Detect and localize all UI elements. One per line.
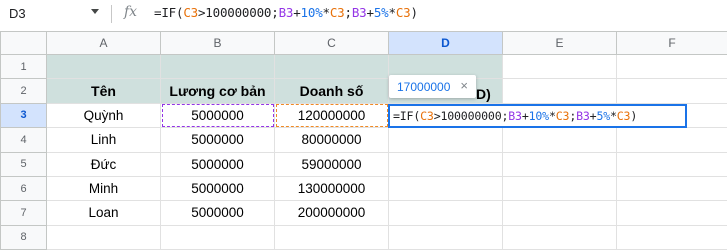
cell-e5[interactable] — [502, 151, 617, 177]
cell-a5[interactable]: Đức — [46, 151, 161, 177]
column-header-d[interactable]: D — [388, 31, 503, 55]
cell-f5[interactable] — [616, 151, 727, 177]
cell-d7[interactable] — [388, 200, 503, 226]
cell-e6[interactable] — [502, 175, 617, 202]
formula-result-preview: 17000000 × — [389, 75, 476, 98]
cell-d8[interactable] — [388, 224, 503, 250]
column-header-c[interactable]: C — [274, 31, 389, 55]
cell-b3[interactable]: 5000000 — [160, 102, 275, 129]
divider — [111, 5, 112, 23]
cell-c2[interactable]: Doanh số — [274, 78, 389, 104]
cell-d5[interactable] — [388, 151, 503, 177]
cell-f6[interactable] — [616, 175, 727, 202]
formula-input[interactable]: =IF(C3>100000000;B3+10%*C3;B3+5%*C3) — [154, 5, 418, 20]
column-header-a[interactable]: A — [46, 31, 161, 55]
cell-c8[interactable] — [274, 224, 389, 250]
cell-f4[interactable] — [616, 127, 727, 153]
cell-a7[interactable]: Loan — [46, 200, 161, 226]
row-header-7[interactable]: 7 — [0, 200, 47, 226]
cell-f2[interactable] — [616, 78, 727, 104]
row-header-6[interactable]: 6 — [0, 175, 47, 202]
cell-e2[interactable] — [502, 78, 617, 104]
cell-c6[interactable]: 130000000 — [274, 175, 389, 202]
cell-b1[interactable] — [160, 53, 275, 80]
spreadsheet-grid: A B C D E F 1 2 Tên Lương cơ bản Doanh s… — [0, 31, 727, 250]
column-header-b[interactable]: B — [160, 31, 275, 55]
cell-editor[interactable]: =IF(C3>100000000;B3+10%*C3;B3+5%*C3) — [388, 104, 687, 128]
column-header-e[interactable]: E — [502, 31, 617, 55]
cell-f1[interactable] — [616, 53, 727, 80]
select-all-corner[interactable] — [0, 31, 47, 55]
cell-f8[interactable] — [616, 224, 727, 250]
cell-b8[interactable] — [160, 224, 275, 250]
row-header-5[interactable]: 5 — [0, 151, 47, 177]
row-header-1[interactable]: 1 — [0, 53, 47, 80]
cell-d4[interactable] — [388, 127, 503, 153]
close-preview-icon[interactable]: × — [460, 78, 468, 93]
cell-e8[interactable] — [502, 224, 617, 250]
row-header-3[interactable]: 3 — [0, 102, 47, 129]
cell-a8[interactable] — [46, 224, 161, 250]
row-header-4[interactable]: 4 — [0, 127, 47, 153]
cell-b6[interactable]: 5000000 — [160, 175, 275, 202]
cell-c5[interactable]: 59000000 — [274, 151, 389, 177]
name-box[interactable]: D3 — [9, 6, 26, 21]
cell-c4[interactable]: 80000000 — [274, 127, 389, 153]
cell-a4[interactable]: Linh — [46, 127, 161, 153]
row-header-8[interactable]: 8 — [0, 224, 47, 250]
cell-c3[interactable]: 120000000 — [274, 102, 389, 129]
cell-a2[interactable]: Tên — [46, 78, 161, 104]
cell-a3[interactable]: Quỳnh — [46, 102, 161, 129]
cell-f7[interactable] — [616, 200, 727, 226]
preview-value: 17000000 — [397, 80, 451, 94]
cell-e4[interactable] — [502, 127, 617, 153]
name-box-dropdown-icon[interactable] — [91, 9, 99, 14]
fx-icon: fx — [124, 4, 138, 20]
column-header-f[interactable]: F — [616, 31, 727, 55]
cell-b4[interactable]: 5000000 — [160, 127, 275, 153]
cell-e1[interactable] — [502, 53, 617, 80]
cell-d2-header-text: D) — [476, 86, 495, 102]
cell-b5[interactable]: 5000000 — [160, 151, 275, 177]
cell-c1[interactable] — [274, 53, 389, 80]
cell-b2[interactable]: Lương cơ bản — [160, 78, 275, 104]
cell-d6[interactable] — [388, 175, 503, 202]
cell-e7[interactable] — [502, 200, 617, 226]
row-header-2[interactable]: 2 — [0, 78, 47, 104]
cell-c7[interactable]: 200000000 — [274, 200, 389, 226]
formula-bar: D3 fx =IF(C3>100000000;B3+10%*C3;B3+5%*C… — [0, 0, 727, 28]
cell-a1[interactable] — [46, 53, 161, 80]
cell-b7[interactable]: 5000000 — [160, 200, 275, 226]
cell-a6[interactable]: Minh — [46, 175, 161, 202]
